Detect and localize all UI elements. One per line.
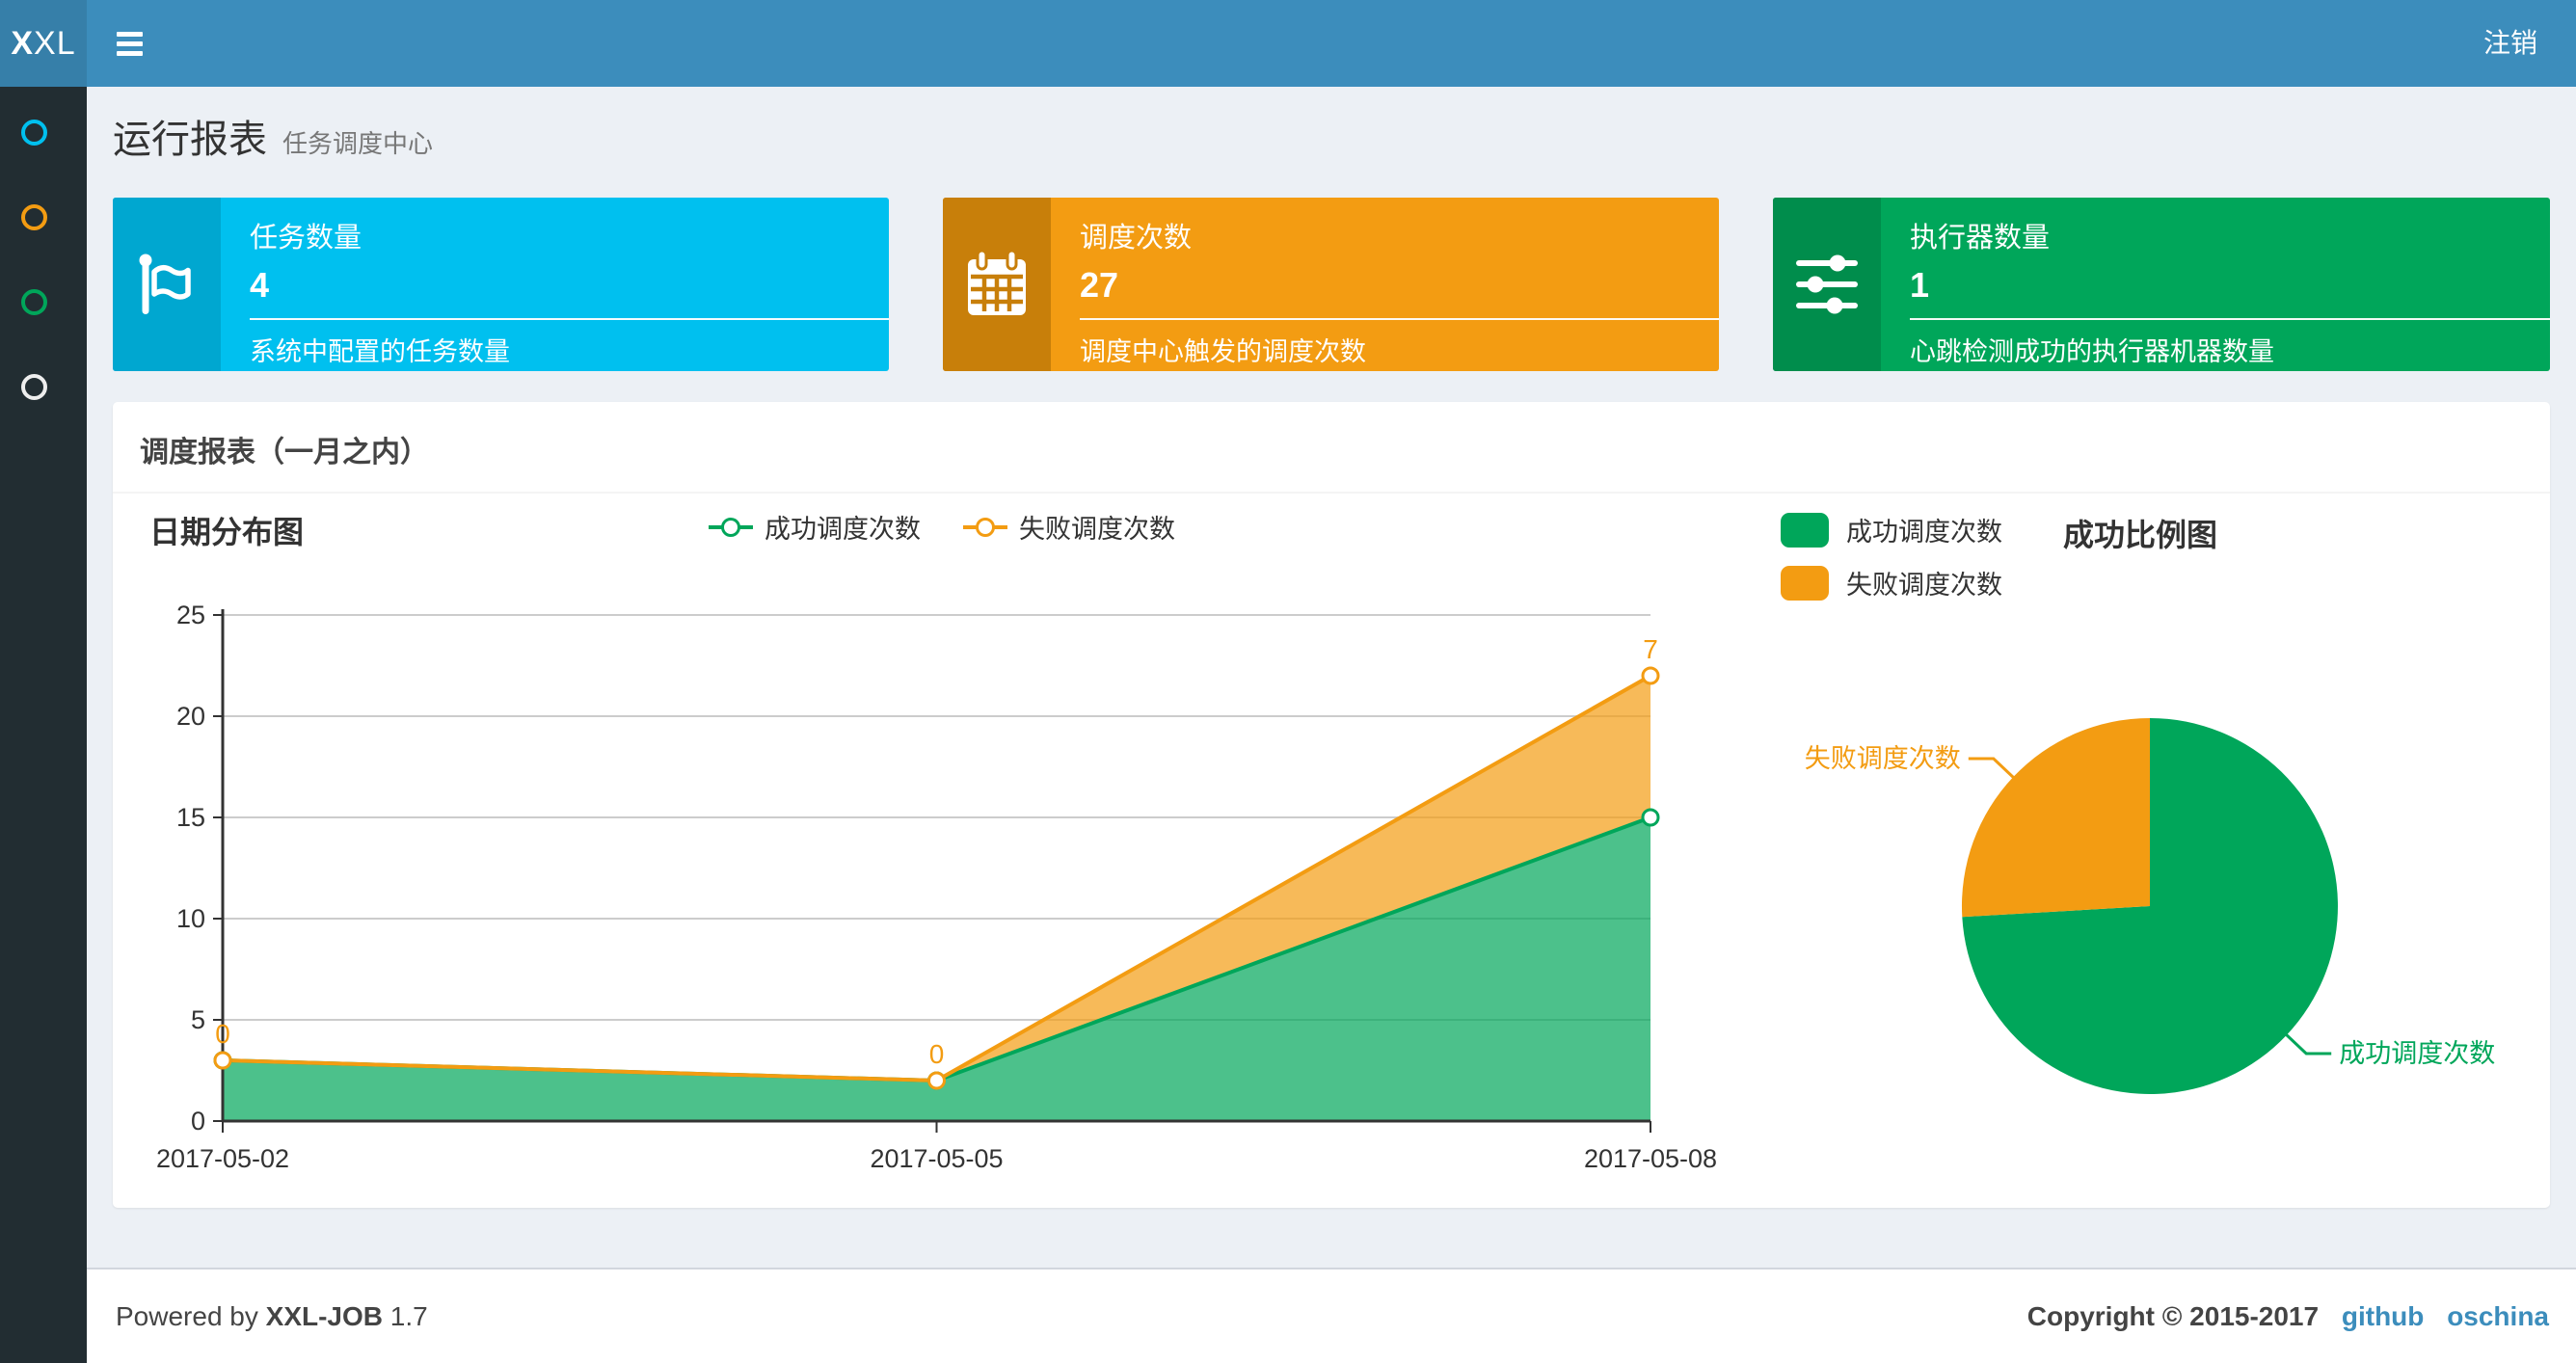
panel-title: 调度报表（一月之内） bbox=[113, 402, 2550, 494]
card-body: 调度次数 27 调度中心触发的调度次数 bbox=[1051, 198, 1719, 371]
svg-text:0: 0 bbox=[215, 1019, 230, 1049]
card-description: 调度中心触发的调度次数 bbox=[1080, 337, 1366, 366]
legend-item-success[interactable]: 成功调度次数 bbox=[709, 508, 921, 546]
svg-text:5: 5 bbox=[191, 1005, 205, 1034]
github-link[interactable]: github bbox=[2342, 1301, 2425, 1331]
circle-icon bbox=[21, 374, 47, 400]
circle-icon bbox=[21, 289, 47, 315]
card-value: 27 bbox=[1080, 265, 1119, 305]
stat-card-triggers: 调度次数 27 调度中心触发的调度次数 bbox=[943, 198, 1719, 371]
svg-text:0: 0 bbox=[191, 1107, 205, 1136]
svg-text:20: 20 bbox=[176, 702, 205, 731]
logo-text-bold: X bbox=[11, 25, 35, 62]
powered-by: Powered by XXL-JOB 1.7 bbox=[116, 1301, 428, 1331]
legend-item-fail[interactable]: 失败调度次数 bbox=[1781, 564, 2002, 601]
svg-text:失败调度次数: 失败调度次数 bbox=[1805, 744, 1961, 773]
legend-swatch-icon bbox=[1781, 512, 1829, 548]
stat-card-executors: 执行器数量 1 心跳检测成功的执行器机器数量 bbox=[1773, 198, 2550, 371]
page-title: 运行报表 bbox=[113, 119, 267, 161]
card-icon-area bbox=[1773, 198, 1881, 371]
legend-label: 失败调度次数 bbox=[1019, 515, 1175, 544]
success-ratio-pie-chart: 成功调度次数 失败调度次数 bbox=[1805, 718, 2495, 1094]
legend-swatch-icon bbox=[1781, 565, 1829, 601]
card-divider bbox=[1080, 318, 1719, 320]
svg-text:0: 0 bbox=[929, 1039, 945, 1069]
logout-link[interactable]: 注销 bbox=[2445, 0, 2576, 87]
circle-icon bbox=[21, 120, 47, 146]
date-distribution-chart: 05101520252017-05-02 2017-05-05 2017-05-08… bbox=[156, 601, 1717, 1173]
report-panel: 调度报表（一月之内） 日期分布图 成功调度次数 失败调度次数 成功调度次数 失败… bbox=[113, 402, 2550, 1208]
card-divider bbox=[250, 318, 889, 320]
copyright: Copyright © 2015-2017 github oschina bbox=[2026, 1301, 2549, 1331]
card-label: 调度次数 bbox=[1080, 223, 1193, 254]
legend-item-success[interactable]: 成功调度次数 bbox=[1781, 511, 2002, 548]
legend-label: 失败调度次数 bbox=[1846, 571, 2002, 600]
app-logo[interactable]: XXL bbox=[0, 0, 87, 87]
page-root: XXL 注销 运行报表 任务调度中心 任务数量 4 系统中配置的任务数量 调度次… bbox=[0, 0, 2576, 1363]
oschina-link[interactable]: oschina bbox=[2447, 1301, 2549, 1331]
card-divider bbox=[1910, 318, 2550, 320]
flag-icon bbox=[139, 254, 191, 314]
svg-text:成功调度次数: 成功调度次数 bbox=[2339, 1039, 2495, 1068]
stat-card-jobs: 任务数量 4 系统中配置的任务数量 bbox=[113, 198, 889, 371]
logo-text: XL bbox=[34, 25, 76, 62]
legend-item-fail[interactable]: 失败调度次数 bbox=[963, 508, 1175, 546]
page-subtitle: 任务调度中心 bbox=[282, 129, 434, 158]
card-description: 心跳检测成功的执行器机器数量 bbox=[1910, 337, 2274, 366]
sidebar-item-4[interactable] bbox=[0, 374, 87, 432]
sidebar-item-2[interactable] bbox=[0, 204, 87, 262]
svg-text:2017-05-05: 2017-05-05 bbox=[870, 1144, 1003, 1173]
line-chart-title: 日期分布图 bbox=[149, 515, 305, 549]
svg-text:2017-05-08: 2017-05-08 bbox=[1584, 1144, 1717, 1173]
legend-label: 成功调度次数 bbox=[765, 515, 921, 544]
card-description: 系统中配置的任务数量 bbox=[250, 337, 510, 366]
svg-text:10: 10 bbox=[176, 904, 205, 933]
card-label: 任务数量 bbox=[250, 223, 362, 254]
card-icon-area bbox=[113, 198, 221, 371]
line-marker-icon bbox=[709, 513, 753, 542]
svg-text:7: 7 bbox=[1643, 634, 1658, 664]
content-header: 运行报表 任务调度中心 bbox=[113, 108, 433, 164]
top-navbar: XXL 注销 bbox=[0, 0, 2576, 87]
svg-text:2017-05-02: 2017-05-02 bbox=[156, 1144, 289, 1173]
circle-icon bbox=[21, 204, 47, 230]
sliders-icon bbox=[1796, 254, 1858, 314]
card-value: 4 bbox=[250, 265, 270, 305]
card-label: 执行器数量 bbox=[1910, 223, 2051, 254]
svg-text:25: 25 bbox=[176, 601, 205, 629]
legend-label: 成功调度次数 bbox=[1846, 518, 2002, 547]
line-chart-legend: 成功调度次数 失败调度次数 bbox=[709, 508, 1175, 546]
card-body: 任务数量 4 系统中配置的任务数量 bbox=[221, 198, 889, 371]
sidebar-item-1[interactable] bbox=[0, 120, 87, 177]
hamburger-icon bbox=[116, 31, 143, 37]
svg-text:15: 15 bbox=[176, 803, 205, 832]
sidebar-toggle-button[interactable] bbox=[87, 0, 172, 87]
product-name: XXL-JOB bbox=[265, 1301, 384, 1331]
card-icon-area bbox=[943, 198, 1051, 371]
pie-chart-title: 成功比例图 bbox=[2063, 518, 2218, 552]
main-footer: Powered by XXL-JOB 1.7 Copyright © 2015-… bbox=[87, 1268, 2576, 1363]
pie-chart-legend: 成功调度次数 失败调度次数 bbox=[1781, 511, 2002, 617]
line-marker-icon bbox=[963, 513, 1007, 542]
card-body: 执行器数量 1 心跳检测成功的执行器机器数量 bbox=[1881, 198, 2550, 371]
calendar-icon bbox=[968, 251, 1026, 315]
card-value: 1 bbox=[1910, 265, 1930, 305]
sidebar bbox=[0, 87, 87, 1363]
sidebar-item-3[interactable] bbox=[0, 289, 87, 347]
